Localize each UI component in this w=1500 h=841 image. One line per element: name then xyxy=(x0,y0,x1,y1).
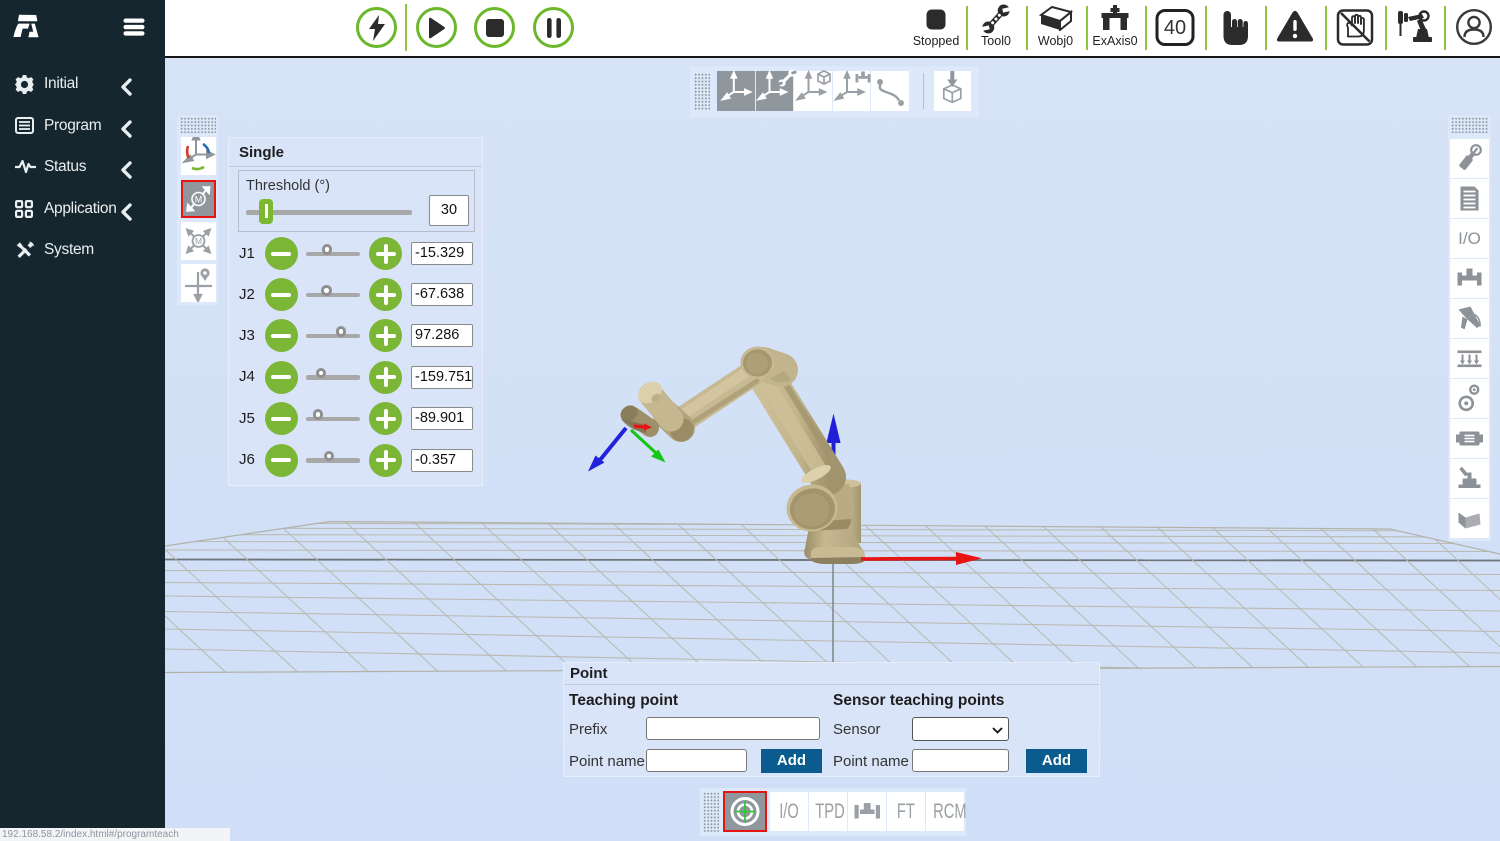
svg-text:M: M xyxy=(195,195,203,205)
svg-text:I/O: I/O xyxy=(1458,229,1481,248)
svg-text:40: 40 xyxy=(1164,17,1186,39)
svg-text:M: M xyxy=(195,236,202,246)
